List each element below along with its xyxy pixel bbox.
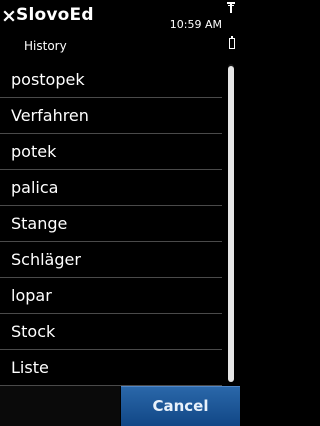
list-item-label: lopar <box>11 286 52 305</box>
page-subtitle: History <box>24 39 67 53</box>
history-list: postopek Verfahren potek palica Stange S… <box>0 62 240 386</box>
cancel-button-label: Cancel <box>152 397 209 415</box>
list-item[interactable]: palica <box>0 170 222 206</box>
list-item[interactable]: Schläger <box>0 242 222 278</box>
list-item-label: Schläger <box>11 250 81 269</box>
softkey-bar: Cancel <box>0 386 240 426</box>
list-item[interactable]: Stange <box>0 206 222 242</box>
scrollbar-thumb[interactable] <box>228 66 234 382</box>
cancel-button[interactable]: Cancel <box>121 386 240 426</box>
list-item-label: Verfahren <box>11 106 89 125</box>
list-item[interactable]: potek <box>0 134 222 170</box>
scrollbar[interactable] <box>228 64 234 382</box>
close-icon[interactable] <box>2 8 16 24</box>
list-item[interactable]: Verfahren <box>0 98 222 134</box>
list-item-label: potek <box>11 142 57 161</box>
list-item-label: Stock <box>11 322 56 341</box>
list-item[interactable]: Liste <box>0 350 222 386</box>
list-item-label: postopek <box>11 70 85 89</box>
signal-icon <box>227 2 235 13</box>
list-item-label: palica <box>11 178 59 197</box>
list-item[interactable]: Stock <box>0 314 222 350</box>
list-item-label: Liste <box>11 358 49 377</box>
list-item[interactable]: postopek <box>0 62 222 98</box>
app-title: SlovoEd <box>16 5 94 25</box>
left-softkey-area <box>0 386 120 426</box>
battery-icon <box>229 36 235 49</box>
app-header: SlovoEd History 10:59 AM <box>0 0 240 62</box>
list-item-label: Stange <box>11 214 68 233</box>
status-time: 10:59 AM <box>169 18 222 31</box>
list-item[interactable]: lopar <box>0 278 222 314</box>
